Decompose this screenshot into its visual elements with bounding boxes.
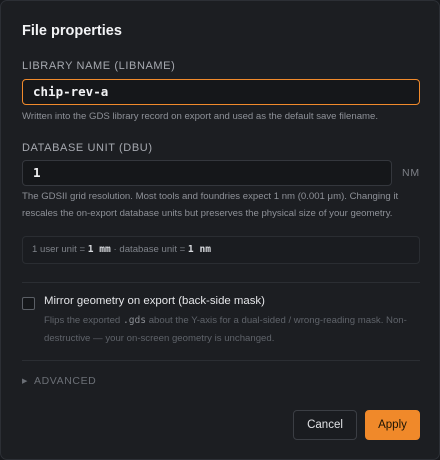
mirror-help-code: .gds [122,315,147,326]
mirror-label[interactable]: Mirror geometry on export (back-side mas… [44,295,265,307]
conversion-middle: · database unit = [110,244,188,255]
dbu-label: DATABASE UNIT (DBU) [22,142,153,154]
database-unit-value: 1 nm [187,244,212,255]
file-properties-dialog: File properties LIBRARY NAME (LIBNAME) c… [0,0,440,460]
mirror-help: Flips the exported .gds about the Y-axis… [44,312,426,348]
advanced-toggle[interactable]: ▶ ADVANCED [22,375,96,387]
unit-conversion-readout: 1 user unit = 1 mm · database unit = 1 n… [22,236,420,264]
libname-input[interactable]: chip-rev-a [22,79,420,105]
dbu-input[interactable]: 1 [22,160,392,186]
libname-label: LIBRARY NAME (LIBNAME) [22,60,176,72]
libname-help: Written into the GDS library record on e… [22,111,379,122]
mirror-help-prefix: Flips the exported [44,315,123,326]
apply-button[interactable]: Apply [365,410,420,440]
dbu-unit-label: NM [402,167,420,179]
divider [22,360,420,361]
user-unit-value: 1 mm [87,244,111,255]
triangle-right-icon: ▶ [22,378,28,385]
cancel-button[interactable]: Cancel [293,410,357,440]
advanced-label: ADVANCED [33,375,97,387]
dbu-help: The GDSII grid resolution. Most tools an… [22,191,399,219]
divider [22,282,420,283]
conversion-prefix: 1 user unit = [32,244,88,255]
mirror-checkbox[interactable] [22,297,35,310]
dialog-title: File properties [22,23,122,39]
